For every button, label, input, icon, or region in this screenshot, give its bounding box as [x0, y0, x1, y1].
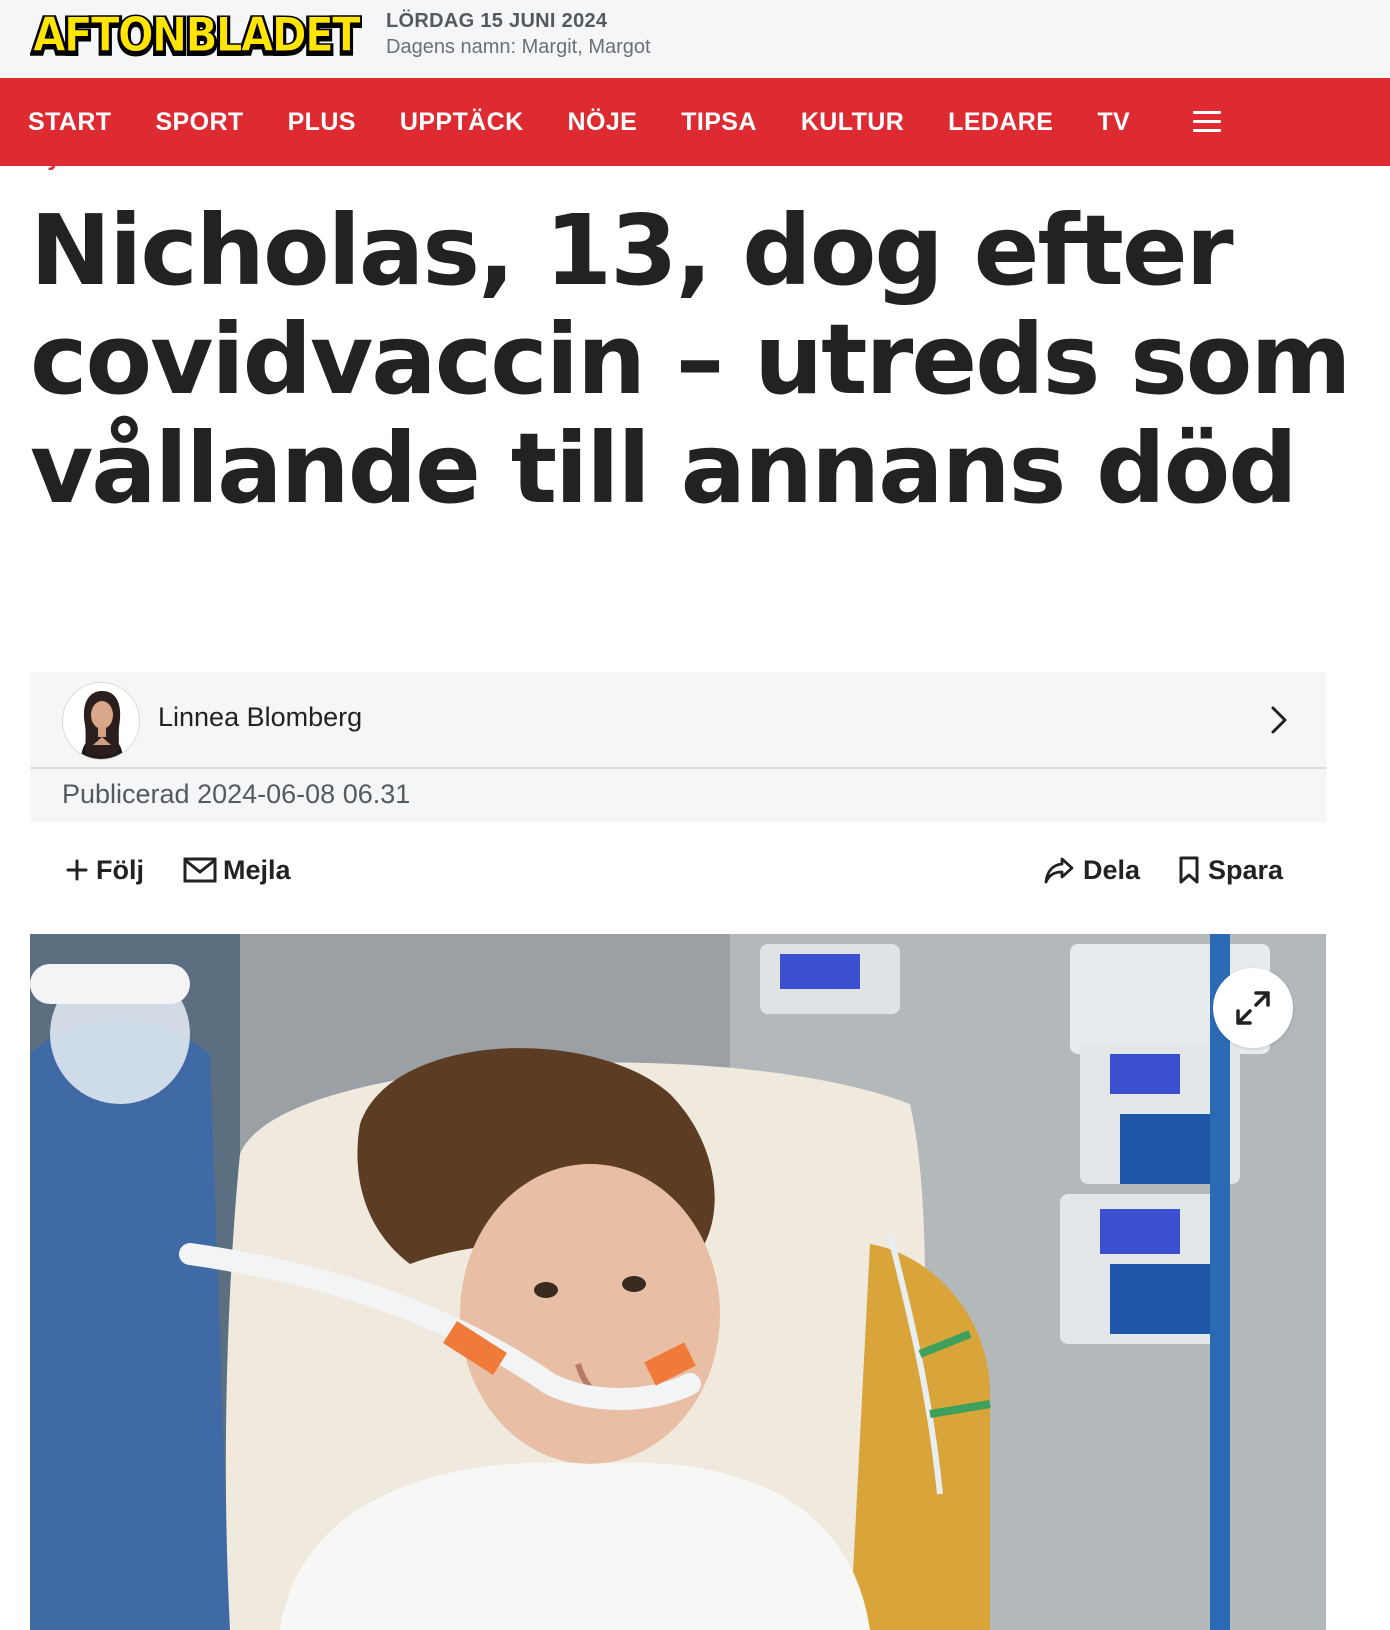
follow-label: Följ: [96, 854, 144, 885]
share-label: Dela: [1083, 854, 1141, 885]
article-headline: Nicholas, 13, dog efter covidvaccin – ut…: [30, 194, 1352, 525]
logo-text: AFTONBLADET: [33, 9, 361, 63]
save-label: Spara: [1208, 854, 1284, 885]
hamburger-menu-icon[interactable]: [1193, 111, 1221, 133]
nav-item-tipsa[interactable]: TIPSA: [681, 108, 757, 137]
bookmark-icon: [1179, 856, 1199, 884]
email-label: Mejla: [223, 854, 291, 885]
expand-image-button[interactable]: [1213, 968, 1293, 1048]
nav-item-noje[interactable]: NÖJE: [568, 108, 638, 137]
hospital-photo-illustration: [30, 934, 1326, 1630]
nav-item-sport[interactable]: SPORT: [155, 108, 243, 137]
current-date: LÖRDAG 15 JUNI 2024: [386, 10, 608, 32]
article-image[interactable]: [30, 934, 1326, 1630]
follow-button[interactable]: Följ: [66, 852, 144, 888]
nav-list: START SPORT PLUS UPPTÄCK NÖJE TIPSA KULT…: [28, 78, 1174, 166]
article-actions: Följ Mejla Dela Spara: [0, 840, 1390, 900]
nav-item-plus[interactable]: PLUS: [288, 108, 356, 137]
byline-panel: Linnea Blomberg Publicerad 2024-06-08 06…: [30, 672, 1326, 822]
nav-item-upptack[interactable]: UPPTÄCK: [400, 108, 524, 137]
mail-icon: [183, 857, 217, 883]
expand-icon: [1236, 991, 1270, 1025]
main-navigation: START SPORT PLUS UPPTÄCK NÖJE TIPSA KULT…: [0, 78, 1390, 166]
aftonbladet-logo[interactable]: AFTONBLADET AFTONBLADET: [30, 9, 362, 63]
date-block: LÖRDAG 15 JUNI 2024 Dagens namn: Margit,…: [386, 9, 651, 61]
top-header: AFTONBLADET AFTONBLADET LÖRDAG 15 JUNI 2…: [0, 0, 1390, 78]
author-avatar: [62, 682, 140, 760]
nav-item-kultur[interactable]: KULTUR: [801, 108, 904, 137]
plus-icon: [66, 859, 88, 881]
avatar-portrait: [63, 683, 139, 759]
email-button[interactable]: Mejla: [183, 852, 291, 888]
save-button[interactable]: Spara: [1178, 852, 1283, 888]
logo-graphic: AFTONBLADET AFTONBLADET: [30, 9, 362, 63]
share-icon: [1044, 857, 1074, 884]
published-timestamp: Publicerad 2024-06-08 06.31: [62, 779, 411, 809]
author-link[interactable]: Linnea Blomberg: [30, 672, 1326, 769]
chevron-right-icon: [1271, 706, 1287, 734]
name-day: Dagens namn: Margit, Margot: [386, 36, 651, 58]
nav-item-tv[interactable]: TV: [1097, 108, 1130, 137]
nav-item-ledare[interactable]: LEDARE: [948, 108, 1053, 137]
share-button[interactable]: Dela: [1043, 852, 1140, 888]
author-name: Linnea Blomberg: [158, 702, 363, 732]
nav-item-start[interactable]: START: [28, 108, 111, 137]
